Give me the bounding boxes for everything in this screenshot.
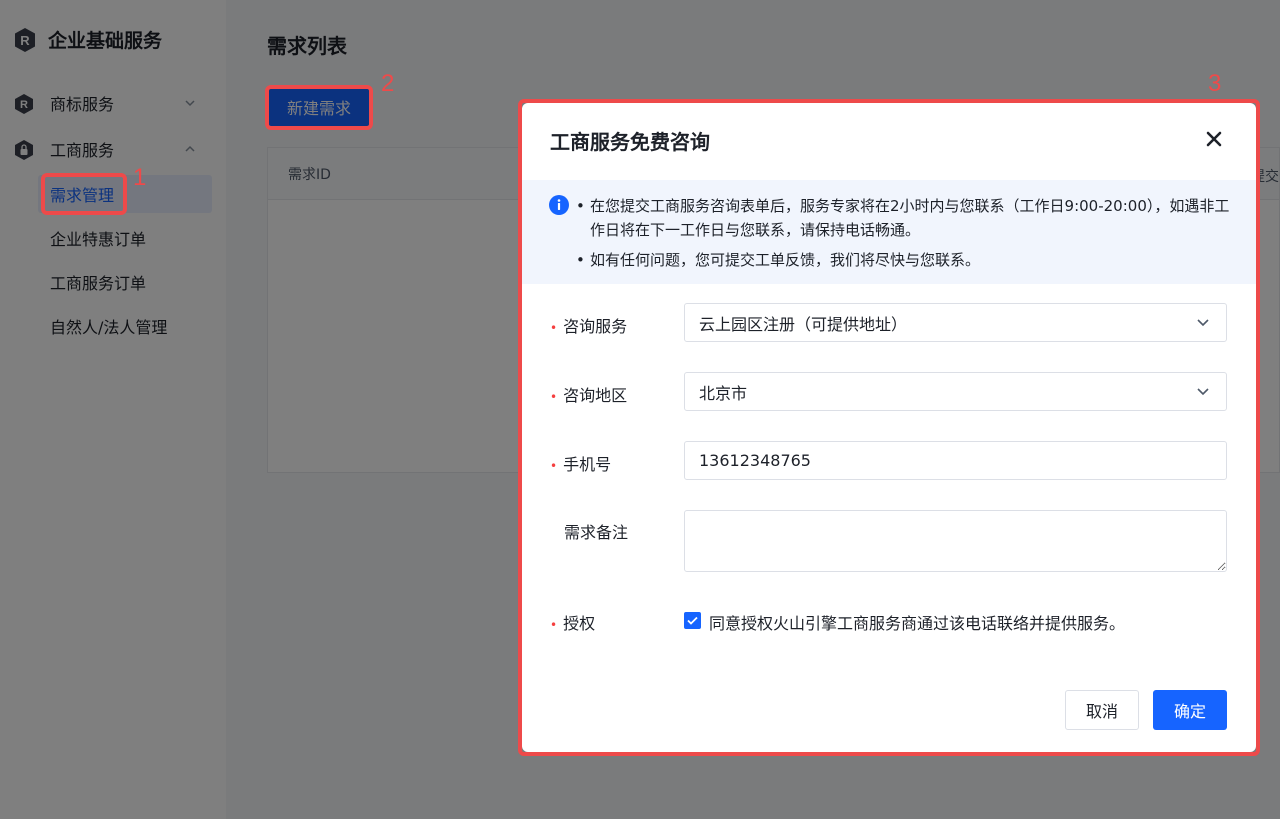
annotation-number-2: 2 bbox=[381, 70, 395, 97]
annotation-number-3: 3 bbox=[1208, 70, 1222, 97]
annotation-number-1: 1 bbox=[133, 164, 147, 191]
annotation-box-2 bbox=[265, 85, 373, 130]
annotation-box-1 bbox=[41, 173, 127, 215]
annotation-box-3 bbox=[518, 99, 1260, 756]
